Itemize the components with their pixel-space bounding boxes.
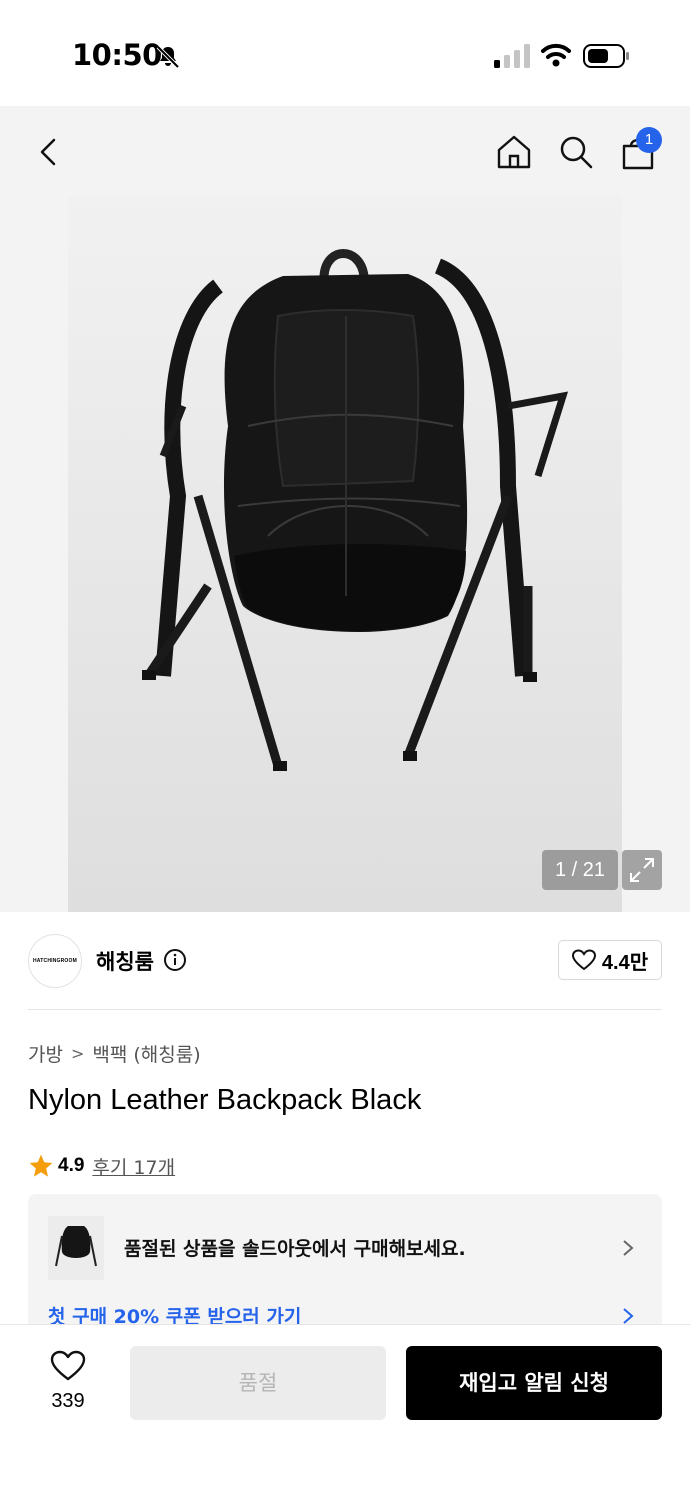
review-link[interactable]: 후기 17개 (92, 1153, 175, 1180)
heart-icon[interactable] (50, 1350, 86, 1382)
product-title: Nylon Leather Backpack Black (28, 1084, 422, 1116)
wish-count: 339 (51, 1390, 85, 1412)
soldout-button: 품절 (130, 1346, 386, 1420)
soldout-notice-box[interactable]: 품절된 상품을 솔드아웃에서 구매해보세요. 첫 구매 20% 쿠폰 받으러 가… (28, 1194, 662, 1334)
restock-alert-button[interactable]: 재입고 알림 신청 (406, 1346, 662, 1420)
brand-like-button[interactable]: 4.4만 (558, 940, 662, 980)
wifi-icon (541, 43, 571, 67)
breadcrumb: 가방 > 백팩 (해칭룸) (28, 1040, 201, 1067)
breadcrumb-category[interactable]: 가방 (28, 1040, 63, 1067)
image-counter: 1 / 21 (542, 850, 618, 890)
product-thumbnail (48, 1216, 104, 1280)
info-icon[interactable] (163, 948, 187, 972)
cellular-signal-icon (494, 44, 530, 68)
star-icon (29, 1154, 53, 1177)
rating-value: 4.9 (58, 1155, 85, 1176)
brand-logo[interactable]: HATCHINGROOM (28, 934, 82, 988)
soldout-notice-text: 품절된 상품을 솔드아웃에서 구매해보세요. (124, 1238, 466, 1260)
breadcrumb-subcategory[interactable]: 백팩 (해칭룸) (92, 1040, 200, 1067)
expand-button[interactable] (622, 850, 662, 890)
heart-icon (571, 949, 596, 971)
chevron-right-icon (623, 1308, 634, 1324)
divider (28, 1009, 662, 1010)
status-bar: 10:50 (0, 0, 690, 106)
status-time: 10:50 (72, 38, 162, 72)
backpack-image (68, 196, 622, 912)
brand-logo-text: HATCHINGROOM (33, 958, 77, 964)
cart-count-badge: 1 (636, 127, 662, 153)
product-photo[interactable] (68, 196, 622, 912)
back-icon[interactable] (30, 132, 70, 172)
chevron-right-icon (623, 1240, 634, 1256)
product-gallery[interactable]: 1 / 21 (0, 106, 690, 912)
rating-row: 4.9 후기 17개 (28, 1152, 175, 1180)
battery-icon (583, 44, 629, 68)
bell-muted-icon (156, 45, 180, 69)
home-icon[interactable] (494, 132, 534, 172)
brand-like-count: 4.4만 (601, 951, 649, 974)
brand-name[interactable]: 해칭룸 (96, 946, 154, 976)
chevron-right-icon: > (70, 1044, 85, 1063)
expand-icon (630, 858, 654, 882)
search-icon[interactable] (556, 132, 596, 172)
backpack-thumbnail-image (48, 1216, 104, 1280)
